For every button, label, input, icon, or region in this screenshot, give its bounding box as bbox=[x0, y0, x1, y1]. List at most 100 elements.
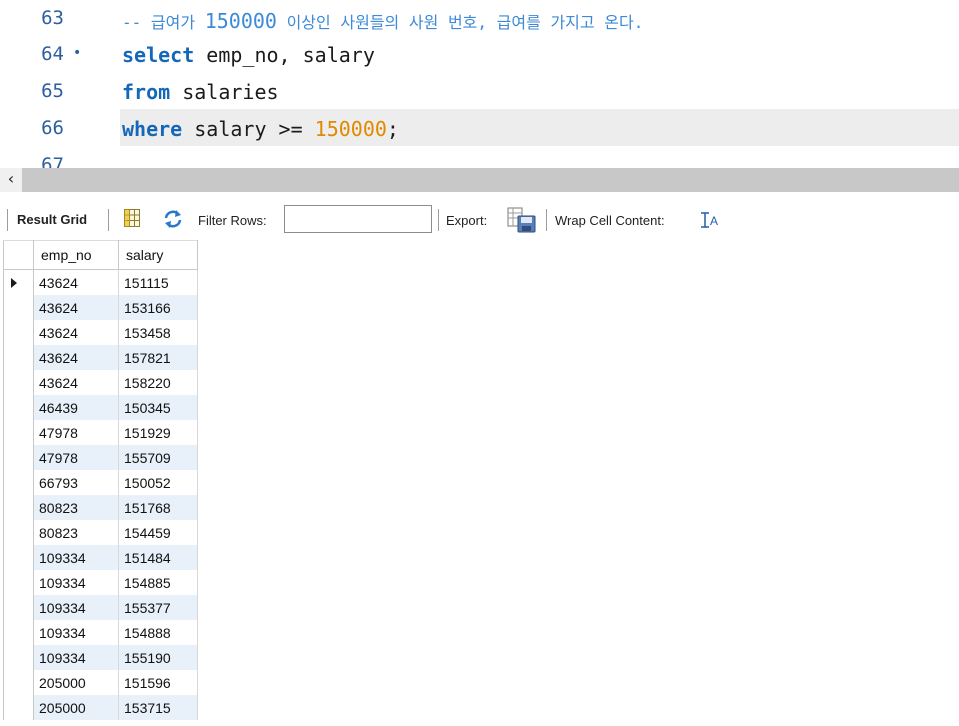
row-header[interactable] bbox=[3, 595, 34, 620]
line-number: 67 bbox=[41, 154, 64, 168]
sql-where-clause: where salary >= 150000; bbox=[122, 117, 399, 141]
cell-salary[interactable]: 153458 bbox=[118, 320, 198, 345]
grid-icon[interactable] bbox=[124, 209, 140, 227]
cell-salary[interactable]: 151115 bbox=[118, 269, 198, 295]
cell-emp-no[interactable]: 43624 bbox=[33, 320, 119, 345]
table-row[interactable]: 109334 155190 bbox=[3, 645, 198, 670]
cell-emp-no[interactable]: 66793 bbox=[33, 470, 119, 495]
cell-salary[interactable]: 155190 bbox=[118, 645, 198, 670]
cell-salary[interactable]: 153715 bbox=[118, 695, 198, 720]
row-header[interactable] bbox=[3, 295, 34, 320]
editor-horizontal-scrollbar[interactable]: ‹ bbox=[0, 168, 959, 192]
cell-salary[interactable]: 150345 bbox=[118, 395, 198, 420]
code-line-63: 63 -- 급여가 150000 이상인 사원들의 사원 번호, 급여를 가지고… bbox=[0, 0, 959, 36]
table-row[interactable]: 43624 158220 bbox=[3, 370, 198, 395]
row-header[interactable] bbox=[3, 445, 34, 470]
row-header[interactable] bbox=[3, 670, 34, 695]
cell-salary[interactable]: 157821 bbox=[118, 345, 198, 370]
toolbar-divider bbox=[108, 209, 109, 231]
table-row[interactable]: 43624 151115 bbox=[3, 269, 198, 295]
cell-emp-no[interactable]: 109334 bbox=[33, 645, 119, 670]
row-header[interactable] bbox=[3, 420, 34, 445]
row-header[interactable] bbox=[3, 345, 34, 370]
column-header-emp-no[interactable]: emp_no bbox=[33, 240, 119, 270]
cell-emp-no[interactable]: 43624 bbox=[33, 345, 119, 370]
row-header[interactable] bbox=[3, 395, 34, 420]
row-header[interactable] bbox=[3, 269, 34, 295]
row-header-corner bbox=[3, 240, 34, 270]
cell-emp-no[interactable]: 47978 bbox=[33, 445, 119, 470]
export-label: Export: bbox=[446, 213, 488, 228]
cell-salary[interactable]: 158220 bbox=[118, 370, 198, 395]
table-row[interactable]: 80823 151768 bbox=[3, 495, 198, 520]
column-header-salary[interactable]: salary bbox=[118, 240, 198, 270]
cell-emp-no[interactable]: 109334 bbox=[33, 545, 119, 570]
row-header[interactable] bbox=[3, 620, 34, 645]
cell-emp-no[interactable]: 109334 bbox=[33, 595, 119, 620]
cell-salary[interactable]: 151929 bbox=[118, 420, 198, 445]
cell-emp-no[interactable]: 205000 bbox=[33, 670, 119, 695]
wrap-cell-content-label: Wrap Cell Content: bbox=[555, 213, 665, 228]
toolbar-divider bbox=[546, 209, 547, 231]
cell-salary[interactable]: 151484 bbox=[118, 545, 198, 570]
table-row[interactable]: 109334 155377 bbox=[3, 595, 198, 620]
table-row[interactable]: 47978 155709 bbox=[3, 445, 198, 470]
export-icon[interactable] bbox=[507, 207, 537, 233]
sql-from-clause: from salaries bbox=[122, 80, 279, 104]
refresh-icon[interactable] bbox=[162, 209, 184, 229]
cell-salary[interactable]: 151768 bbox=[118, 495, 198, 520]
sql-select-clause: select emp_no, salary bbox=[122, 43, 375, 67]
table-row[interactable]: 109334 154885 bbox=[3, 570, 198, 595]
filter-rows-input[interactable] bbox=[284, 205, 432, 233]
result-grid[interactable]: emp_no salary 43624 151115 43624 153166 4362… bbox=[3, 240, 198, 720]
cell-emp-no[interactable]: 43624 bbox=[33, 295, 119, 320]
cell-salary[interactable]: 150052 bbox=[118, 470, 198, 495]
current-row-arrow-icon bbox=[11, 278, 17, 288]
table-row[interactable]: 109334 154888 bbox=[3, 620, 198, 645]
cell-salary[interactable]: 154888 bbox=[118, 620, 198, 645]
row-header[interactable] bbox=[3, 545, 34, 570]
wrap-text-icon[interactable]: A bbox=[700, 211, 720, 229]
cell-emp-no[interactable]: 80823 bbox=[33, 520, 119, 545]
row-header[interactable] bbox=[3, 570, 34, 595]
row-header[interactable] bbox=[3, 495, 34, 520]
cell-emp-no[interactable]: 205000 bbox=[33, 695, 119, 720]
cell-salary[interactable]: 155709 bbox=[118, 445, 198, 470]
toolbar-divider bbox=[438, 209, 439, 231]
table-row[interactable]: 43624 153166 bbox=[3, 295, 198, 320]
cell-emp-no[interactable]: 47978 bbox=[33, 420, 119, 445]
cell-salary[interactable]: 154885 bbox=[118, 570, 198, 595]
cell-salary[interactable]: 153166 bbox=[118, 295, 198, 320]
line-number: 66 bbox=[41, 117, 64, 139]
line-number: 63 bbox=[41, 7, 64, 29]
svg-text:A: A bbox=[710, 214, 718, 228]
cell-emp-no[interactable]: 43624 bbox=[33, 269, 119, 295]
table-row[interactable]: 47978 151929 bbox=[3, 420, 198, 445]
table-row[interactable]: 109334 151484 bbox=[3, 545, 198, 570]
cell-salary[interactable]: 154459 bbox=[118, 520, 198, 545]
cell-emp-no[interactable]: 46439 bbox=[33, 395, 119, 420]
table-row[interactable]: 205000 153715 bbox=[3, 695, 198, 720]
cell-emp-no[interactable]: 43624 bbox=[33, 370, 119, 395]
table-row[interactable]: 80823 154459 bbox=[3, 520, 198, 545]
row-header[interactable] bbox=[3, 470, 34, 495]
row-header[interactable] bbox=[3, 645, 34, 670]
scroll-left-arrow-icon[interactable]: ‹ bbox=[0, 168, 22, 192]
table-row[interactable]: 205000 151596 bbox=[3, 670, 198, 695]
cell-emp-no[interactable]: 109334 bbox=[33, 620, 119, 645]
table-row[interactable]: 66793 150052 bbox=[3, 470, 198, 495]
result-grid-tab[interactable]: Result Grid bbox=[17, 212, 87, 227]
cell-emp-no[interactable]: 80823 bbox=[33, 495, 119, 520]
table-row[interactable]: 43624 153458 bbox=[3, 320, 198, 345]
table-row[interactable]: 43624 157821 bbox=[3, 345, 198, 370]
row-header[interactable] bbox=[3, 370, 34, 395]
row-header[interactable] bbox=[3, 320, 34, 345]
cell-emp-no[interactable]: 109334 bbox=[33, 570, 119, 595]
cell-salary[interactable]: 155377 bbox=[118, 595, 198, 620]
cell-salary[interactable]: 151596 bbox=[118, 670, 198, 695]
row-header[interactable] bbox=[3, 695, 34, 720]
table-row[interactable]: 46439 150345 bbox=[3, 395, 198, 420]
row-header[interactable] bbox=[3, 520, 34, 545]
code-line-66: 66 where salary >= 150000; bbox=[0, 109, 959, 146]
sql-editor[interactable]: 63 -- 급여가 150000 이상인 사원들의 사원 번호, 급여를 가지고… bbox=[0, 0, 959, 168]
